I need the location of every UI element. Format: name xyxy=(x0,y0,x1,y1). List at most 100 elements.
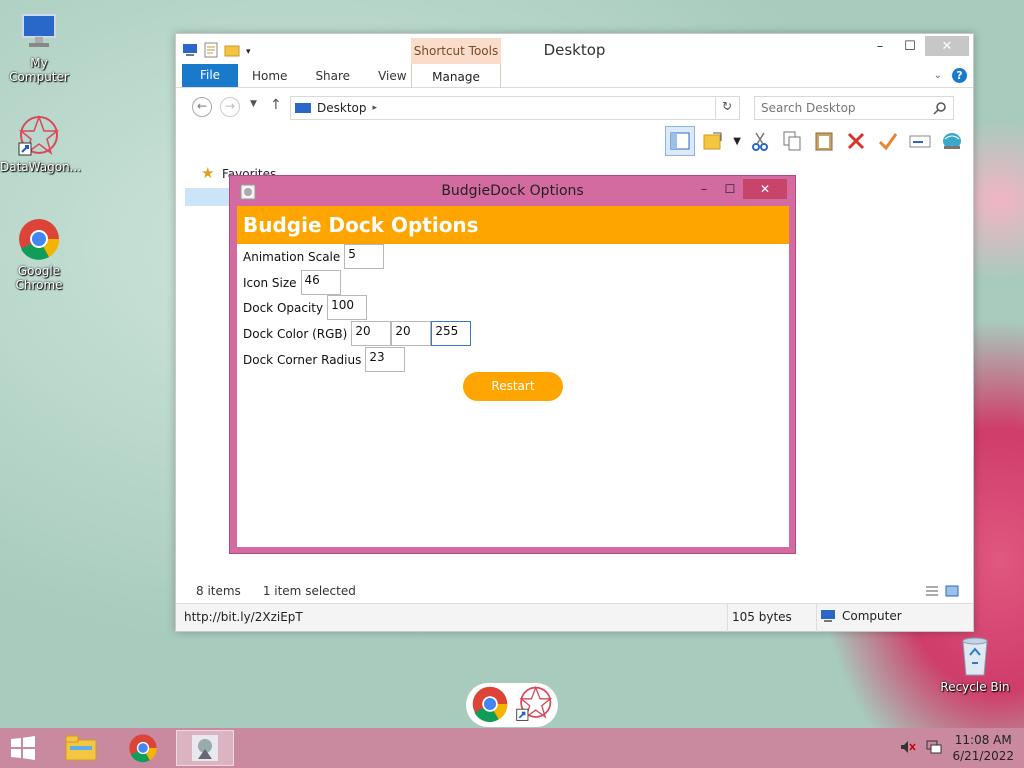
network-icon[interactable] xyxy=(926,740,942,757)
taskbar-chrome[interactable] xyxy=(114,730,172,766)
tab-home[interactable]: Home xyxy=(238,65,301,87)
share-globe-button[interactable] xyxy=(939,128,965,154)
breadcrumb-chevron-icon[interactable]: ▸ xyxy=(373,103,378,113)
minimize-button[interactable]: – xyxy=(691,179,717,199)
taskbar-file-explorer[interactable] xyxy=(52,730,110,766)
close-button[interactable]: ✕ xyxy=(925,36,969,56)
volume-muted-icon[interactable] xyxy=(900,740,917,757)
back-button[interactable]: ← xyxy=(192,97,212,117)
tab-manage[interactable]: Manage xyxy=(411,64,501,88)
copy-button[interactable] xyxy=(779,128,805,154)
dock-color-b-input[interactable] xyxy=(431,321,472,346)
icon-size-input[interactable] xyxy=(300,270,341,295)
corner-radius-label: Dock Corner Radius xyxy=(243,352,362,367)
dock-opacity-input[interactable] xyxy=(327,295,368,320)
chevron-down-icon[interactable]: ▼ xyxy=(733,136,741,147)
cut-button[interactable] xyxy=(747,128,773,154)
selection-count: 1 item selected xyxy=(262,584,356,598)
animation-scale-label: Animation Scale xyxy=(243,249,341,264)
details-bar: http://bit.ly/2XziEpT 105 bytes Computer xyxy=(176,603,973,632)
dock-chrome-icon[interactable] xyxy=(471,685,509,726)
dialog-titlebar: BudgieDock Options – ☐ ✕ xyxy=(230,176,795,206)
taskbar-budgiedock[interactable] xyxy=(176,730,234,766)
maximize-button[interactable]: ☐ xyxy=(895,36,925,56)
up-icon[interactable]: ↑ xyxy=(270,97,282,113)
taskbar: 11:08 AM 6/21/2022 xyxy=(0,728,1024,768)
refresh-icon[interactable]: ↻ xyxy=(722,99,732,113)
folder-options-button[interactable] xyxy=(701,128,727,154)
explorer-titlebar: ▾ Shortcut Tools Desktop – ☐ ✕ xyxy=(176,34,973,64)
dock-color-r-input[interactable] xyxy=(351,321,392,346)
tab-share[interactable]: Share xyxy=(301,65,364,87)
clock-time: 11:08 AM xyxy=(954,733,1012,747)
desktop-icon-label: Google Chrome xyxy=(15,264,63,292)
animation-scale-input[interactable] xyxy=(344,244,385,269)
corner-radius-row: Dock Corner Radius xyxy=(243,347,406,372)
search-placeholder: Search Desktop xyxy=(761,101,856,115)
dock-opacity-label: Dock Opacity xyxy=(243,300,324,315)
animation-scale-row: Animation Scale xyxy=(243,244,385,269)
dialog-content: Budgie Dock Options Animation Scale Icon… xyxy=(237,206,789,547)
ribbon-right-controls: ⌄ ? xyxy=(934,68,967,83)
target-url: http://bit.ly/2XziEpT xyxy=(184,610,303,624)
favorites-star-icon: ★ xyxy=(201,164,215,182)
paste-button[interactable] xyxy=(811,128,837,154)
checkmark-button[interactable] xyxy=(875,128,901,154)
desktop-icon-chrome[interactable]: Google Chrome xyxy=(0,216,78,292)
delete-button[interactable] xyxy=(843,128,869,154)
expand-ribbon-icon[interactable]: ⌄ xyxy=(934,70,942,81)
file-explorer-icon xyxy=(65,735,97,761)
search-input[interactable]: Search Desktop xyxy=(754,96,954,120)
corner-radius-input[interactable] xyxy=(365,347,406,372)
icon-size-row: Icon Size xyxy=(243,270,341,295)
dock-color-row: Dock Color (RGB) xyxy=(243,321,472,346)
location-indicator: Computer xyxy=(820,609,902,623)
help-icon[interactable]: ? xyxy=(952,68,967,83)
budgie-dock xyxy=(466,683,558,727)
dock-datawagon-icon[interactable] xyxy=(515,685,553,726)
desktop-icon-datawagon[interactable]: DataWagon... xyxy=(0,112,82,174)
chrome-icon xyxy=(16,216,62,262)
budgiedock-options-window: BudgieDock Options – ☐ ✕ Budgie Dock Opt… xyxy=(229,175,796,554)
item-count: 8 items xyxy=(196,584,241,598)
desktop-icon-label: DataWagon... xyxy=(0,160,82,174)
explorer-toolbar: ▼ xyxy=(665,126,965,156)
status-bar: 8 items 1 item selected xyxy=(196,584,356,598)
dock-color-g-input[interactable] xyxy=(391,321,432,346)
desktop-icon-recycle-bin[interactable]: Recycle Bin xyxy=(936,632,1014,694)
computer-icon xyxy=(821,610,835,622)
tab-file[interactable]: File xyxy=(182,64,238,87)
close-button[interactable]: ✕ xyxy=(743,179,787,199)
rename-button[interactable] xyxy=(907,128,933,154)
computer-icon xyxy=(16,8,62,54)
divider xyxy=(727,604,728,632)
minimize-button[interactable]: – xyxy=(865,36,895,56)
address-bar[interactable]: Desktop ▸ xyxy=(290,96,716,120)
preview-pane-button[interactable] xyxy=(665,126,696,156)
icon-size-label: Icon Size xyxy=(243,275,297,290)
forward-button[interactable]: → xyxy=(220,97,240,117)
recent-locations-icon[interactable]: ▼ xyxy=(250,99,257,109)
datawagon-icon xyxy=(16,112,62,158)
recycle-bin-icon xyxy=(952,632,998,678)
address-text: Desktop xyxy=(317,101,367,115)
start-button[interactable] xyxy=(8,734,40,762)
dialog-window-controls: – ☐ ✕ xyxy=(691,179,787,199)
clock[interactable]: 11:08 AM 6/21/2022 xyxy=(952,732,1014,764)
desktop-icon-label: Recycle Bin xyxy=(940,680,1010,694)
maximize-button[interactable]: ☐ xyxy=(717,179,743,199)
search-icon[interactable] xyxy=(933,100,947,122)
dialog-header: Budgie Dock Options xyxy=(237,206,789,244)
large-icons-view-icon[interactable] xyxy=(945,585,959,600)
windows-logo-icon xyxy=(11,736,35,760)
budgie-app-icon xyxy=(192,735,218,761)
ribbon-tabs: File Home Share View Manage ⌄ ? xyxy=(176,64,973,88)
chrome-icon xyxy=(129,734,157,763)
restart-button[interactable]: Restart xyxy=(463,372,563,401)
location-text: Computer xyxy=(842,609,902,623)
details-view-icon[interactable] xyxy=(925,585,939,600)
file-size: 105 bytes xyxy=(732,610,792,624)
desktop-icon-my-computer[interactable]: My Computer xyxy=(0,8,78,84)
view-switcher xyxy=(925,585,959,600)
desktop-icon-label: My Computer xyxy=(9,56,69,84)
